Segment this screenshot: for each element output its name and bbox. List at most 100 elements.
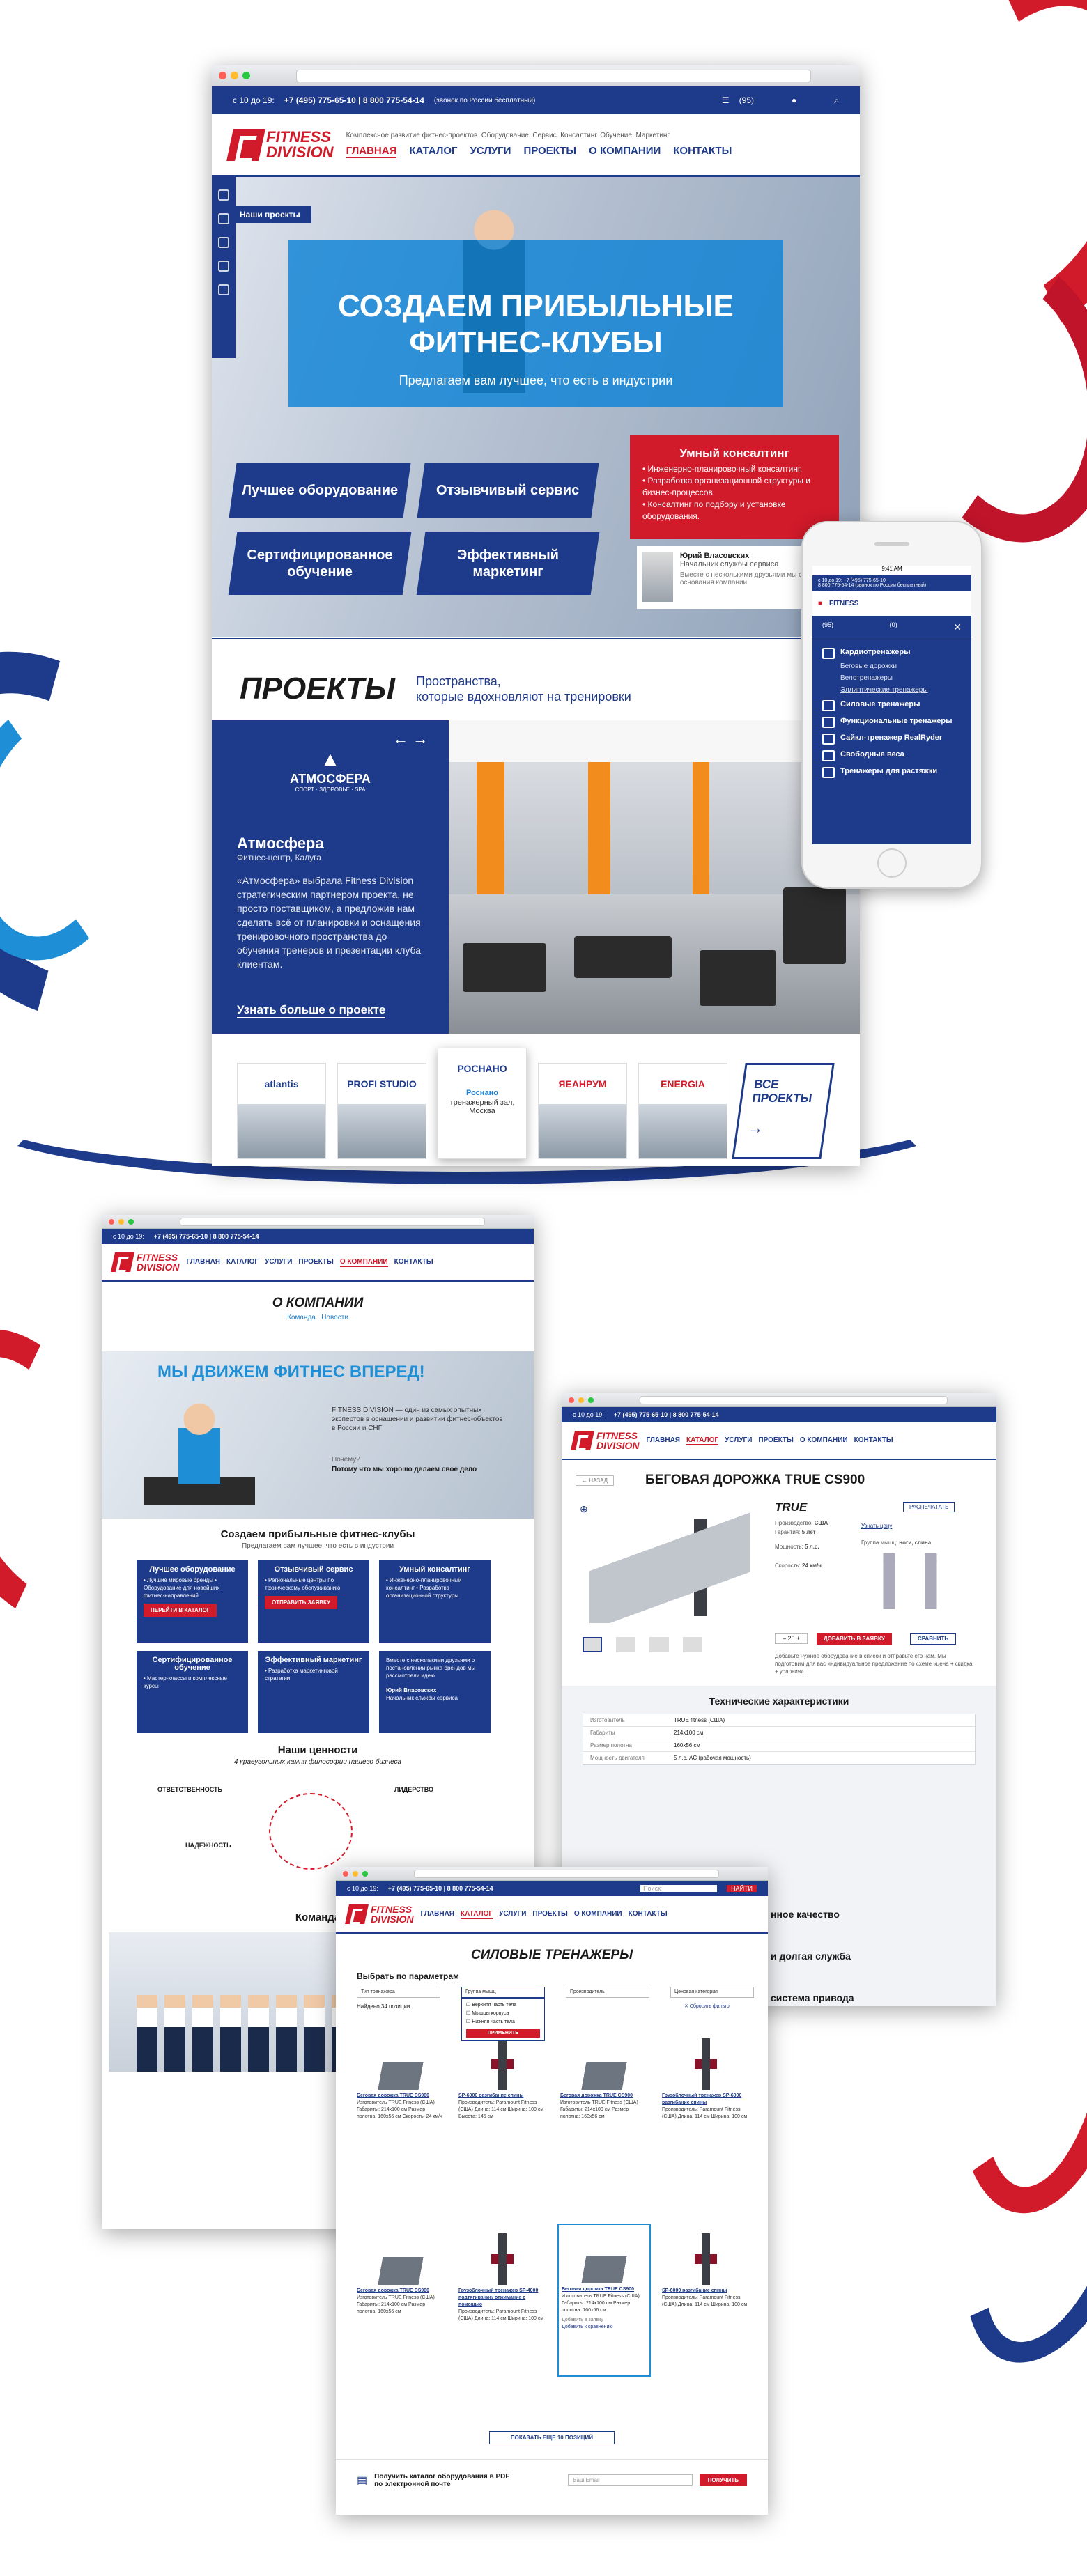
product-8-name[interactable]: SP-6000 разгибание спины bbox=[662, 2288, 750, 2295]
get-button[interactable]: ПОЛУЧИТЬ bbox=[699, 2474, 747, 2486]
phone-home-button[interactable] bbox=[877, 848, 907, 878]
side-icon-5[interactable] bbox=[218, 284, 229, 295]
apply-button[interactable]: ПРИМЕНИТЬ bbox=[466, 2029, 540, 2038]
zoom-dot[interactable] bbox=[242, 72, 250, 79]
nav-catalog[interactable]: КАТАЛОГ bbox=[409, 145, 457, 158]
product-2-name[interactable]: SP-6000 разгибание спины bbox=[458, 2093, 546, 2100]
all-projects-button[interactable]: ВСЕ ПРОЕКТЫ → bbox=[732, 1063, 835, 1159]
product-nav-catalog[interactable]: КАТАЛОГ bbox=[686, 1436, 719, 1445]
address-bar[interactable] bbox=[296, 69, 811, 82]
logo[interactable]: FITNESS DIVISION bbox=[226, 128, 334, 161]
catalog-find-button[interactable]: НАЙТИ bbox=[727, 1885, 757, 1892]
phone-menu-weights[interactable]: Свободные веса bbox=[812, 746, 971, 763]
project-more-link[interactable]: Узнать больше о проекте bbox=[237, 1003, 386, 1018]
product-card-7[interactable]: Беговая дорожка TRUE CS900 Изготовитель T… bbox=[557, 2224, 651, 2377]
about-phones[interactable]: +7 (495) 775-65-10 | 8 800 775-54-14 bbox=[154, 1233, 259, 1240]
product-card-4[interactable]: Грузоблочный тренажер SP-6000 разгибание… bbox=[662, 2034, 750, 2120]
product-logo[interactable]: FITNESS DIVISION bbox=[571, 1431, 639, 1450]
phone-menu-strength[interactable]: Силовые тренажеры bbox=[812, 696, 971, 713]
product-nav-contacts[interactable]: КОНТАКТЫ bbox=[854, 1436, 893, 1445]
consulting-box[interactable]: Умный консалтинг • Инженерно-планировочн… bbox=[630, 435, 839, 539]
side-icon-1[interactable] bbox=[218, 189, 229, 201]
phone-menu-functional[interactable]: Функциональные тренажеры bbox=[812, 713, 971, 729]
product-thumb-3[interactable] bbox=[649, 1637, 669, 1652]
goto-catalog-button[interactable]: ПЕРЕЙТИ В КАТАЛОГ bbox=[144, 1604, 217, 1617]
about-tab-team[interactable]: Команда bbox=[287, 1314, 316, 1321]
add-to-request-link[interactable]: Добавить в заявку bbox=[562, 2317, 647, 2324]
phone-menu-sub-2[interactable]: Велотренажеры bbox=[812, 672, 971, 684]
phone-cart[interactable]: (95) bbox=[822, 621, 833, 633]
nav-home[interactable]: ГЛАВНАЯ bbox=[346, 145, 397, 158]
product-7-name[interactable]: Беговая дорожка TRUE CS900 bbox=[562, 2286, 647, 2293]
add-to-compare-link[interactable]: Добавить к сравнению bbox=[562, 2324, 647, 2331]
thumb-3[interactable]: РОСНАНО Роснано тренажерный зал, Москва bbox=[438, 1048, 527, 1159]
product-thumb-4[interactable] bbox=[683, 1637, 702, 1652]
print-button[interactable]: РАСПЕЧАТАТЬ bbox=[903, 1502, 955, 1512]
phone-menu-sub-1[interactable]: Беговые дорожки bbox=[812, 660, 971, 672]
about-nav-contacts[interactable]: КОНТАКТЫ bbox=[394, 1258, 433, 1267]
catalog-zoom-dot[interactable] bbox=[362, 1870, 368, 1877]
catalog-close-dot[interactable] bbox=[343, 1870, 348, 1877]
account-icon[interactable]: ● bbox=[792, 95, 796, 105]
cart-icon[interactable]: ☰ bbox=[722, 95, 730, 105]
about-nav-services[interactable]: УСЛУГИ bbox=[265, 1258, 292, 1267]
nav-contacts[interactable]: КОНТАКТЫ bbox=[673, 145, 732, 158]
minimize-dot[interactable] bbox=[231, 72, 238, 79]
card-marketing[interactable]: Эффективный маркетинг bbox=[416, 532, 600, 595]
product-1-name[interactable]: Беговая дорожка TRUE CS900 bbox=[357, 2093, 445, 2100]
product-phones[interactable]: +7 (495) 775-65-10 | 8 800 775-54-14 bbox=[614, 1411, 719, 1418]
next-arrow-icon[interactable]: → bbox=[413, 730, 428, 747]
about-nav-projects[interactable]: ПРОЕКТЫ bbox=[298, 1258, 333, 1267]
check-core[interactable]: ☐ Мышцы корпуса bbox=[466, 2010, 540, 2018]
thumb-4[interactable]: ЯЕАНРУМ bbox=[538, 1063, 627, 1159]
nav-services[interactable]: УСЛУГИ bbox=[470, 145, 511, 158]
phone-logo-icon[interactable]: ■ bbox=[818, 600, 822, 607]
product-3-name[interactable]: Беговая дорожка TRUE CS900 bbox=[560, 2093, 648, 2100]
catalog-nav-home[interactable]: ГЛАВНАЯ bbox=[420, 1910, 454, 1919]
about-min-dot[interactable] bbox=[118, 1218, 124, 1225]
product-nav-projects[interactable]: ПРОЕКТЫ bbox=[758, 1436, 793, 1445]
select-muscle[interactable]: Группа мышц bbox=[461, 1987, 545, 1998]
product-thumb-2[interactable] bbox=[616, 1637, 635, 1652]
nav-projects[interactable]: ПРОЕКТЫ bbox=[523, 145, 576, 158]
card-training[interactable]: Сертифицированное обучение bbox=[228, 532, 412, 595]
side-icon-4[interactable] bbox=[218, 261, 229, 272]
about-zoom-dot[interactable] bbox=[128, 1218, 134, 1225]
side-icon-3[interactable] bbox=[218, 237, 229, 248]
reset-filter[interactable]: ✕ Сбросить фильтр bbox=[684, 2003, 730, 2009]
side-icon-2[interactable] bbox=[218, 213, 229, 224]
phone-menu-sub-3[interactable]: Эллиптические тренажеры bbox=[812, 684, 971, 696]
add-to-request-button[interactable]: ДОБАВИТЬ В ЗАЯВКУ bbox=[817, 1633, 892, 1645]
catalog-nav-projects[interactable]: ПРОЕКТЫ bbox=[532, 1910, 567, 1919]
thumb-2[interactable]: PROFI STUDIO bbox=[337, 1063, 426, 1159]
product-min-dot[interactable] bbox=[578, 1397, 584, 1403]
back-button[interactable]: ← НАЗАД bbox=[576, 1475, 615, 1486]
about-logo[interactable]: FITNESS DIVISION bbox=[111, 1252, 179, 1272]
send-request-button[interactable]: ОТПРАВИТЬ ЗАЯВКУ bbox=[265, 1596, 338, 1609]
thumb-1[interactable]: atlantis bbox=[237, 1063, 326, 1159]
select-maker[interactable]: Производитель bbox=[566, 1987, 649, 1998]
about-close-dot[interactable] bbox=[109, 1218, 114, 1225]
nav-about[interactable]: О КОМПАНИИ bbox=[589, 145, 661, 158]
card-service[interactable]: Отзывчивый сервис bbox=[417, 463, 599, 518]
select-type[interactable]: Тип тренажера bbox=[357, 1987, 440, 1998]
product-nav-about[interactable]: О КОМПАНИИ bbox=[800, 1436, 848, 1445]
check-lower[interactable]: ☐ Нижняя часть тела bbox=[466, 2018, 540, 2026]
catalog-min-dot[interactable] bbox=[353, 1870, 358, 1877]
catalog-nav-contacts[interactable]: КОНТАКТЫ bbox=[629, 1910, 668, 1919]
cart-count[interactable]: (95) bbox=[739, 95, 754, 105]
product-5-name[interactable]: Беговая дорожка TRUE CS900 bbox=[357, 2288, 445, 2295]
product-thumb-1[interactable] bbox=[583, 1637, 602, 1652]
product-zoom-dot[interactable] bbox=[588, 1397, 594, 1403]
thumb-5[interactable]: ENERGIA bbox=[638, 1063, 727, 1159]
phone-menu-cycle[interactable]: Сайкл-тренажер RealRyder bbox=[812, 729, 971, 746]
product-nav-services[interactable]: УСЛУГИ bbox=[725, 1436, 752, 1445]
product-card-2[interactable]: SP-6000 разгибание спины Производитель: P… bbox=[458, 2034, 546, 2120]
phone-close-icon[interactable]: ✕ bbox=[953, 621, 962, 633]
catalog-nav-catalog[interactable]: КАТАЛОГ bbox=[460, 1910, 493, 1919]
product-6-name[interactable]: Грузоблочный тренажер SP-4000 подтягиван… bbox=[458, 2288, 546, 2309]
catalog-nav-services[interactable]: УСЛУГИ bbox=[499, 1910, 526, 1919]
phone-menu-cardio[interactable]: Кардиотренажеры bbox=[812, 644, 971, 660]
product-address-bar[interactable] bbox=[640, 1395, 948, 1404]
product-card-1[interactable]: Беговая дорожка TRUE CS900 Изготовитель T… bbox=[357, 2034, 445, 2120]
